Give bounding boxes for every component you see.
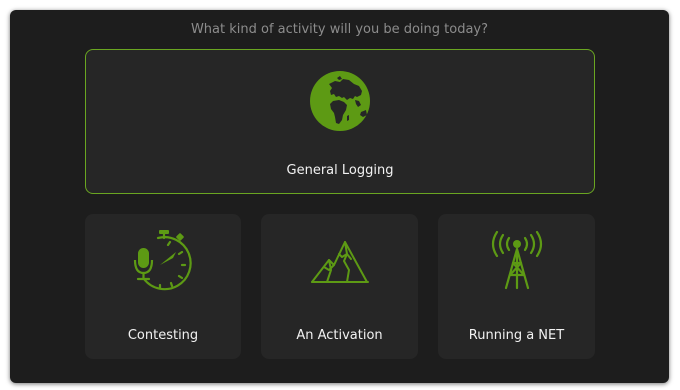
globe-icon	[310, 71, 370, 131]
activity-prompt: What kind of activity will you be doing …	[190, 22, 489, 37]
option-contesting[interactable]: Contesting	[85, 214, 241, 359]
option-label: An Activation	[296, 328, 383, 343]
option-label: Running a NET	[468, 328, 565, 343]
option-activation[interactable]: An Activation	[261, 214, 418, 359]
option-label: General Logging	[286, 163, 394, 178]
radio-tower-icon	[491, 230, 542, 290]
activity-selection-dialog: What kind of activity will you be doing …	[10, 10, 669, 383]
option-running-net[interactable]: Running a NET	[438, 214, 595, 359]
stopwatch-microphone-icon	[133, 230, 192, 291]
option-label: Contesting	[127, 328, 199, 343]
mountain-icon	[310, 241, 369, 283]
option-general-logging[interactable]: General Logging	[85, 49, 595, 194]
